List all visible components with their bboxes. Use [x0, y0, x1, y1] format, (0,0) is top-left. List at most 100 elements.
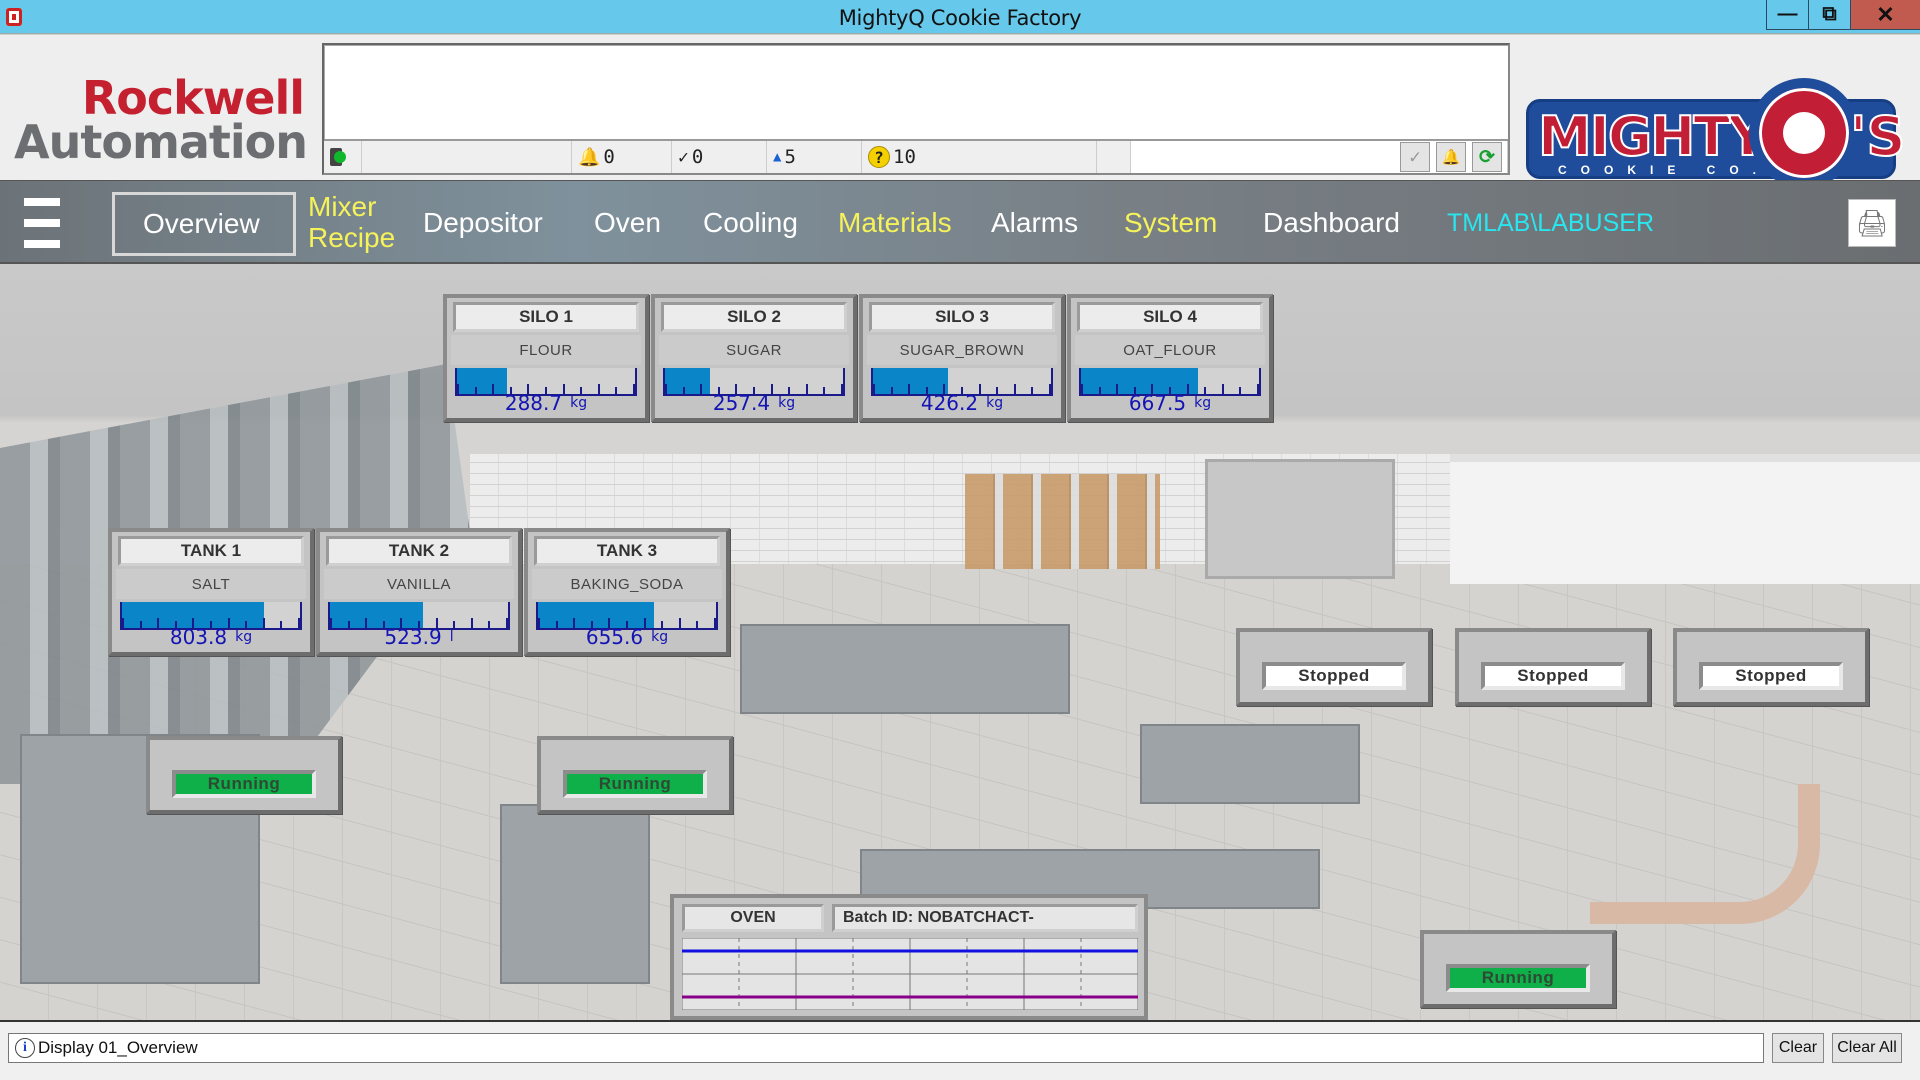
menu-button[interactable] [24, 198, 60, 248]
check-icon: ✓ [1409, 146, 1421, 168]
small-bell-icon: ▲ [773, 149, 782, 165]
oven-trend-chart [682, 938, 1138, 1010]
mixer-1-status-panel[interactable]: Running [146, 736, 342, 814]
diagnostic-message-field[interactable]: i Display 01_Overview [8, 1033, 1764, 1063]
tank-panel[interactable]: TANK 3 BAKING_SODA 655.6 kg [524, 528, 730, 656]
nav-label: Overview [143, 208, 260, 239]
logo-suffix: 'S [1849, 104, 1906, 169]
factory-overview: SILO 1 FLOUR 288.7 kg SILO 2 SUGAR 257.4 kg SILO… [0, 264, 1920, 1020]
alarm-count-acknowledged[interactable]: ✓ 0 [672, 141, 767, 173]
refresh-button[interactable]: ⟳ [1472, 142, 1502, 172]
quantity-unit: kg [651, 629, 669, 645]
mixer-2-status-panel[interactable]: Running [537, 736, 733, 814]
alarm-count-active[interactable]: 🔔 0 [572, 141, 672, 173]
acknowledged-alarm-count: 0 [691, 146, 704, 168]
clear-button[interactable]: Clear [1772, 1033, 1824, 1063]
pallet-rack [965, 474, 1160, 569]
cooling-conveyor [1590, 784, 1820, 924]
nav-system[interactable]: System [1124, 181, 1217, 265]
silo-panel[interactable]: SILO 1 FLOUR 288.7 kg [443, 294, 649, 422]
quantity-value: 667.5 [1128, 391, 1187, 415]
nav-label-line-1: Mixer [308, 191, 377, 223]
nav-cooling[interactable]: Cooling [703, 181, 798, 265]
office-area [1450, 454, 1920, 584]
status-indicator: Running [172, 770, 316, 798]
cooling-status-panel[interactable]: Running [1420, 930, 1616, 1008]
nav-label: System [1124, 207, 1218, 238]
quantity-unit: kg [1194, 395, 1212, 411]
silence-button[interactable]: 🔔 [1436, 142, 1466, 172]
title-bar: MightyQ Cookie Factory — ⧉ ✕ [0, 0, 1920, 34]
alarm-filter-field[interactable] [362, 141, 572, 173]
alarm-spacer [1097, 141, 1131, 173]
alarm-count-normal[interactable]: ▲ 5 [767, 141, 862, 173]
alarm-count-unknown[interactable]: ? 10 [862, 141, 1097, 173]
oven-machine [1140, 724, 1360, 804]
close-button[interactable]: ✕ [1850, 0, 1920, 30]
header: Rockwell Automation 🔔 0 ✓ 0 ▲ 5 ? 10 ✓ 🔔… [0, 35, 1920, 188]
logo-line-2: Automation [14, 114, 308, 169]
silo-panel[interactable]: SILO 4 OAT_FLOUR 667.5 kg [1067, 294, 1273, 422]
logo-subtitle: COOKIE CO. [1558, 163, 1771, 177]
nav-oven[interactable]: Oven [594, 181, 661, 265]
quantity-unit: kg [778, 395, 796, 411]
nav-label: Dashboard [1263, 207, 1400, 238]
window-title: MightyQ Cookie Factory [838, 6, 1082, 30]
packaging-line [740, 624, 1070, 714]
info-icon: i [15, 1038, 35, 1058]
hamburger-line [24, 219, 60, 227]
line-1-status-panel[interactable]: Stopped [1236, 628, 1432, 706]
silo-panel[interactable]: SILO 2 SUGAR 257.4 kg [651, 294, 857, 422]
minimize-button[interactable]: — [1766, 0, 1808, 30]
alarm-banner[interactable]: 🔔 0 ✓ 0 ▲ 5 ? 10 ✓ 🔔 ⟳ [322, 43, 1510, 175]
material-name: SALT [116, 569, 306, 599]
panel-title: SILO 4 [1077, 302, 1263, 332]
line-3-status-panel[interactable]: Stopped [1673, 628, 1869, 706]
quantity-readout: 655.6 kg [532, 624, 722, 650]
quantity-value: 655.6 [585, 625, 644, 649]
nav-mixer-recipe[interactable]: Mixer Recipe [308, 181, 395, 265]
line-2-status-panel[interactable]: Stopped [1455, 628, 1651, 706]
status-indicator: Stopped [1699, 662, 1843, 690]
quantity-readout: 288.7 kg [451, 390, 641, 416]
quantity-unit: l [449, 629, 454, 645]
nav-overview[interactable]: Overview [112, 192, 296, 256]
clear-all-button[interactable]: Clear All [1832, 1033, 1902, 1063]
current-user: TMLAB\LABUSER [1447, 181, 1654, 265]
quantity-readout: 803.8 kg [116, 624, 306, 650]
alarm-status-bar: 🔔 0 ✓ 0 ▲ 5 ? 10 ✓ 🔔 ⟳ [324, 139, 1508, 173]
acknowledge-button[interactable]: ✓ [1400, 142, 1430, 172]
window-controls: — ⧉ ✕ [1766, 0, 1920, 30]
material-name: SUGAR_BROWN [867, 335, 1057, 365]
tank-panel[interactable]: TANK 2 VANILLA 523.9 l [316, 528, 522, 656]
refresh-icon: ⟳ [1479, 146, 1495, 168]
status-indicator: Stopped [1262, 662, 1406, 690]
status-indicator: Running [563, 770, 707, 798]
nav-label: Alarms [991, 207, 1079, 238]
active-alarm-count: 0 [603, 146, 615, 168]
restore-button[interactable]: ⧉ [1808, 0, 1850, 30]
print-button[interactable]: 🖨 [1848, 199, 1896, 247]
nav-depositor[interactable]: Depositor [423, 181, 543, 265]
nav-dashboard[interactable]: Dashboard [1263, 181, 1400, 265]
quantity-unit: kg [235, 629, 253, 645]
question-icon: ? [868, 146, 890, 168]
oven-batch-id: Batch ID: NOBATCHACT- [832, 904, 1138, 932]
panel-title: SILO 1 [453, 302, 639, 332]
panel-title: TANK 2 [326, 536, 512, 566]
tank-panel[interactable]: TANK 1 SALT 803.8 kg [108, 528, 314, 656]
nav-alarms[interactable]: Alarms [991, 181, 1078, 265]
nav-materials[interactable]: Materials [838, 181, 952, 265]
printer-icon: 🖨 [1855, 207, 1889, 238]
user-name: TMLAB\LABUSER [1447, 208, 1655, 237]
nav-label: Cooling [703, 207, 798, 238]
quantity-value: 426.2 [920, 391, 979, 415]
quantity-value: 288.7 [504, 391, 563, 415]
quantity-readout: 257.4 kg [659, 390, 849, 416]
oven-trend-panel[interactable]: OVEN Batch ID: NOBATCHACT- [670, 894, 1148, 1020]
material-name: BAKING_SODA [532, 569, 722, 599]
material-name: FLOUR [451, 335, 641, 365]
unknown-alarm-count: 10 [893, 146, 916, 168]
rockwell-automation-logo: Rockwell Automation [14, 75, 308, 169]
silo-panel[interactable]: SILO 3 SUGAR_BROWN 426.2 kg [859, 294, 1065, 422]
